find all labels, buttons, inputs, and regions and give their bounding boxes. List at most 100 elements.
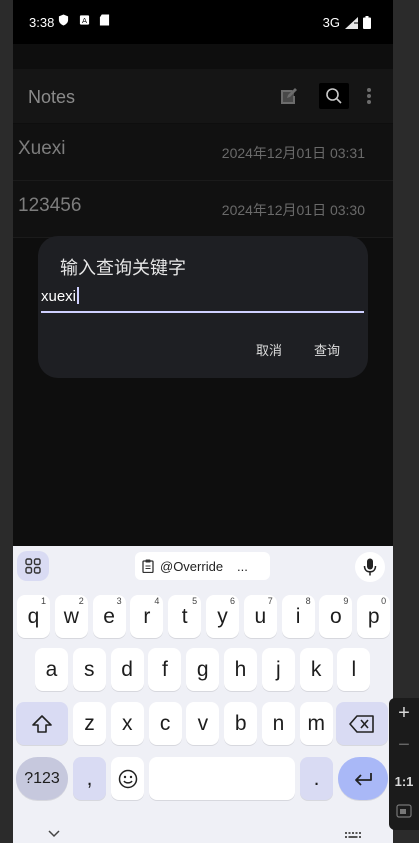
key-label: h (234, 657, 247, 681)
cancel-button[interactable]: 取消 (256, 340, 282, 359)
emoji-key[interactable] (111, 757, 144, 800)
period-key[interactable]: . (300, 757, 333, 800)
sd-card-icon (99, 14, 110, 26)
key-k[interactable]: k (299, 648, 333, 691)
key-n[interactable]: n (262, 702, 295, 745)
dialog-title: 输入查询关键字 (60, 258, 186, 278)
key-e[interactable]: e3 (92, 595, 126, 638)
enter-icon (355, 772, 372, 786)
clipboard-more: ... (237, 558, 248, 574)
status-right: 3G (323, 15, 371, 30)
key-label: c (159, 711, 171, 735)
key-label: k (310, 657, 322, 681)
key-t[interactable]: t5 (168, 595, 202, 638)
shift-icon (32, 714, 52, 733)
key-hint: 6 (229, 596, 235, 606)
backspace-key[interactable] (336, 702, 388, 745)
key-a[interactable]: a (35, 648, 68, 691)
zoom-reset-button[interactable]: 1:1 (389, 774, 419, 789)
app-a-icon: A (79, 15, 90, 25)
key-o[interactable]: o9 (319, 595, 353, 638)
key-hint: 5 (192, 596, 198, 606)
enter-key[interactable] (338, 757, 388, 800)
key-label: q (27, 604, 40, 628)
status-time: 3:38 (29, 15, 55, 30)
key-label: u (254, 604, 267, 628)
key-f[interactable]: f (148, 648, 182, 691)
shield-icon (58, 14, 69, 26)
key-z[interactable]: z (73, 702, 106, 745)
phone-screen: 3:38 A 3G Notes Xuexi 2024年12月01日 03:31 … (13, 0, 393, 843)
key-label: x (122, 711, 133, 735)
key-h[interactable]: h (224, 648, 257, 691)
new-note-icon[interactable] (275, 82, 303, 110)
note-title: 123456 (18, 195, 82, 216)
apps-grid-icon[interactable] (17, 551, 49, 581)
app-title: Notes (28, 87, 76, 107)
network-type: 3G (322, 15, 340, 30)
key-b[interactable]: b (224, 702, 258, 745)
key-label: r (143, 604, 151, 628)
key-r[interactable]: r4 (130, 595, 164, 638)
search-input[interactable]: xuexi (41, 287, 364, 313)
query-button[interactable]: 查询 (314, 340, 340, 359)
backspace-icon (349, 714, 374, 733)
key-label: t (181, 604, 188, 628)
key-label: n (272, 711, 285, 735)
key-label: o (330, 604, 342, 628)
key-label: m (307, 711, 326, 735)
fit-screen-icon[interactable] (389, 804, 419, 821)
key-hint: 3 (116, 596, 122, 606)
search-input-value: xuexi (41, 288, 77, 305)
signal-icon (345, 16, 358, 29)
more-vert-icon[interactable] (359, 82, 379, 110)
key-i[interactable]: i8 (281, 595, 315, 638)
list-item[interactable]: Xuexi 2024年12月01日 03:31 (13, 124, 393, 181)
key-g[interactable]: g (186, 648, 220, 691)
key-u[interactable]: u7 (243, 595, 277, 638)
key-w[interactable]: w2 (54, 595, 88, 638)
key-y[interactable]: y6 (206, 595, 239, 638)
zoom-in-icon[interactable]: + (389, 702, 419, 725)
key-s[interactable]: s (72, 648, 106, 691)
clipboard-icon (142, 559, 154, 573)
key-j[interactable]: j (261, 648, 295, 691)
key-hint: 4 (154, 596, 160, 606)
key-x[interactable]: x (110, 702, 144, 745)
symbols-key[interactable]: ?123 (16, 757, 68, 800)
key-hint: 2 (78, 596, 84, 606)
list-item[interactable]: 123456 2024年12月01日 03:30 (13, 181, 393, 238)
zoom-out-icon[interactable]: − (389, 734, 419, 757)
key-d[interactable]: d (110, 648, 144, 691)
status-bar: 3:38 A 3G (13, 0, 393, 44)
shift-key[interactable] (16, 702, 68, 745)
svg-text:A: A (82, 16, 87, 25)
space-key[interactable] (149, 757, 295, 800)
key-label: b (234, 711, 247, 735)
keyboard-toolbar: @Override ... (13, 546, 393, 590)
key-hint: 0 (381, 596, 387, 606)
key-c[interactable]: c (148, 702, 182, 745)
app-bar: Notes (13, 69, 393, 123)
hide-keyboard-icon[interactable] (48, 830, 60, 838)
key-l[interactable]: l (337, 648, 371, 691)
key-m[interactable]: m (299, 702, 333, 745)
soft-keyboard: @Override ... q1w2e3r4t5y6u7i8o9p0 asdfg… (13, 546, 393, 843)
key-label: e (103, 604, 115, 628)
key-label: g (196, 657, 209, 681)
comma-key[interactable]: , (73, 757, 106, 800)
key-p[interactable]: p0 (357, 595, 391, 638)
clipboard-chip[interactable]: @Override ... (135, 552, 270, 580)
key-label: s (84, 657, 95, 681)
key-hint: 1 (40, 596, 46, 606)
key-label: p (367, 604, 380, 628)
search-icon[interactable] (319, 83, 349, 109)
microphone-icon[interactable] (355, 552, 385, 582)
keyboard-switch-icon[interactable] (345, 832, 361, 840)
key-label: f (161, 657, 168, 681)
note-title: Xuexi (18, 138, 66, 159)
battery-icon (363, 16, 371, 29)
key-q[interactable]: q1 (17, 595, 50, 638)
key-v[interactable]: v (186, 702, 220, 745)
note-date: 2024年12月01日 03:31 (221, 145, 365, 161)
